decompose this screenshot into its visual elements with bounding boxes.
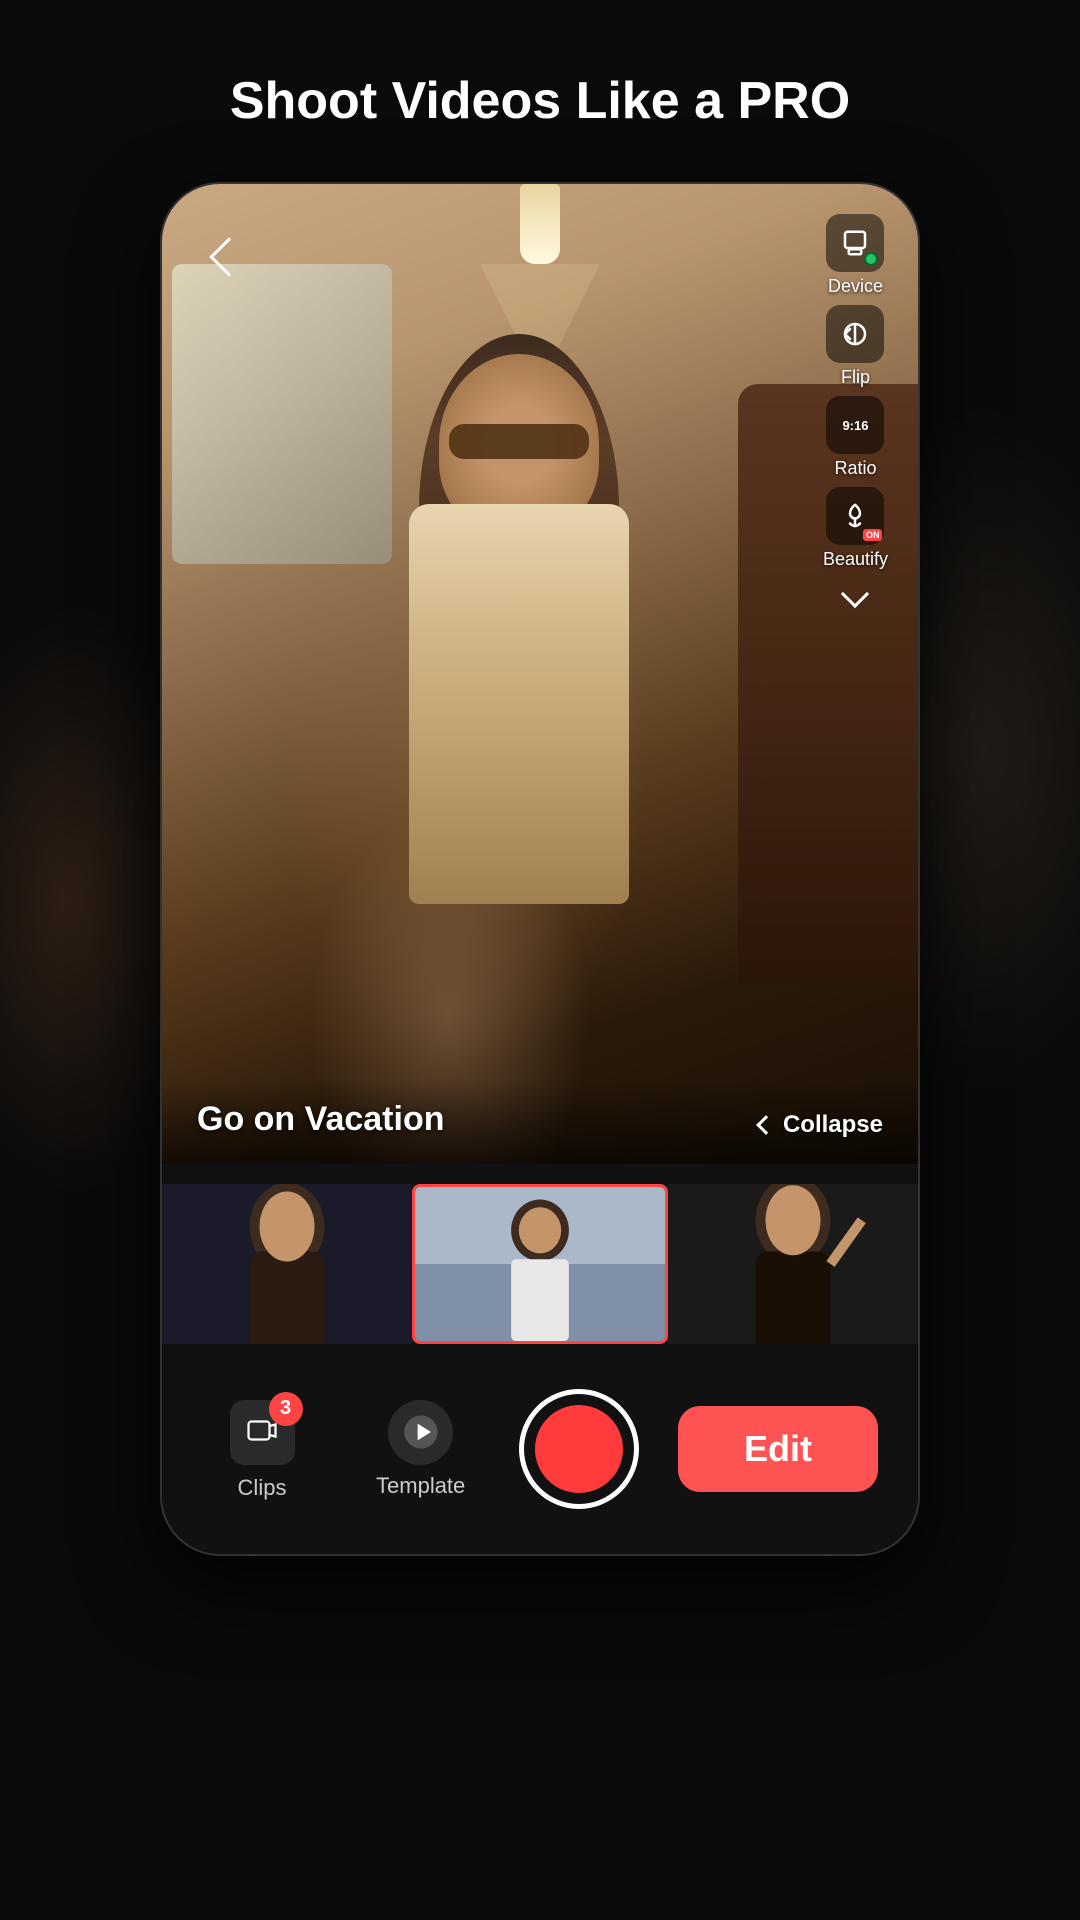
template-button[interactable]: Template (361, 1400, 481, 1499)
collapse-button[interactable]: Collapse (759, 1111, 883, 1139)
thumb-bg-1 (162, 1184, 412, 1344)
record-inner (535, 1405, 623, 1493)
ratio-label: Ratio (834, 458, 876, 479)
bottom-controls: 3 Clips Template Edit (162, 1364, 918, 1554)
thumb-bg-3 (668, 1184, 918, 1344)
thumbnail-1[interactable] (162, 1184, 412, 1344)
toolbar-device[interactable]: Device (826, 214, 884, 297)
toolbar-ratio[interactable]: 9:16 Ratio (826, 396, 884, 479)
scene-title: Go on Vacation (197, 1100, 444, 1139)
woman-body (409, 504, 629, 904)
record-button[interactable] (519, 1389, 639, 1509)
beautify-icon (840, 501, 870, 531)
device-active-indicator (864, 252, 878, 266)
phone-frame: Device Flip 9:16 (160, 182, 920, 1556)
clips-label: Clips (238, 1475, 287, 1501)
info-bar: Go on Vacation Collapse (162, 1080, 918, 1164)
thumb-figure-3 (668, 1184, 918, 1344)
flip-icon (840, 319, 870, 349)
template-icon-bg (388, 1400, 453, 1465)
clips-icon-bg: 3 (230, 1400, 295, 1465)
beautify-icon-bg: ON (826, 487, 884, 545)
woman-figure (309, 354, 729, 1104)
edit-button[interactable]: Edit (678, 1406, 878, 1492)
thumb-figure-1 (162, 1184, 412, 1344)
thumbnail-strip (162, 1164, 918, 1364)
template-icon (401, 1412, 441, 1452)
clips-icon-container: 3 (227, 1397, 297, 1467)
toolbar-flip[interactable]: Flip (826, 305, 884, 388)
page-title: Shoot Videos Like a PRO (230, 70, 850, 132)
clips-count-badge: 3 (269, 1392, 303, 1426)
ratio-value: 9:16 (842, 419, 868, 432)
ratio-icon-bg: 9:16 (826, 396, 884, 454)
thumbnail-2[interactable] (412, 1184, 668, 1344)
flip-icon-bg (826, 305, 884, 363)
device-label: Device (828, 276, 883, 297)
thumb-bg-2 (415, 1187, 665, 1341)
clips-button[interactable]: 3 Clips (202, 1397, 322, 1501)
thumb-figure-2 (415, 1187, 665, 1341)
device-icon-bg (826, 214, 884, 272)
more-options-button[interactable] (826, 578, 884, 618)
beautify-label: Beautify (823, 549, 888, 570)
toolbar-beautify[interactable]: ON Beautify (823, 487, 888, 570)
sunglasses (449, 424, 589, 459)
right-toolbar: Device Flip 9:16 (823, 214, 888, 618)
template-label: Template (376, 1473, 465, 1499)
thumbnail-3[interactable] (668, 1184, 918, 1344)
camera-view: Device Flip 9:16 (162, 184, 918, 1164)
beautify-on-badge: ON (863, 529, 883, 541)
collapse-chevron-icon (756, 1115, 776, 1135)
flip-label: Flip (841, 367, 870, 388)
chevron-down-icon (841, 580, 869, 608)
back-button[interactable] (197, 229, 252, 284)
collapse-label: Collapse (783, 1111, 883, 1139)
back-arrow-icon (209, 237, 249, 277)
